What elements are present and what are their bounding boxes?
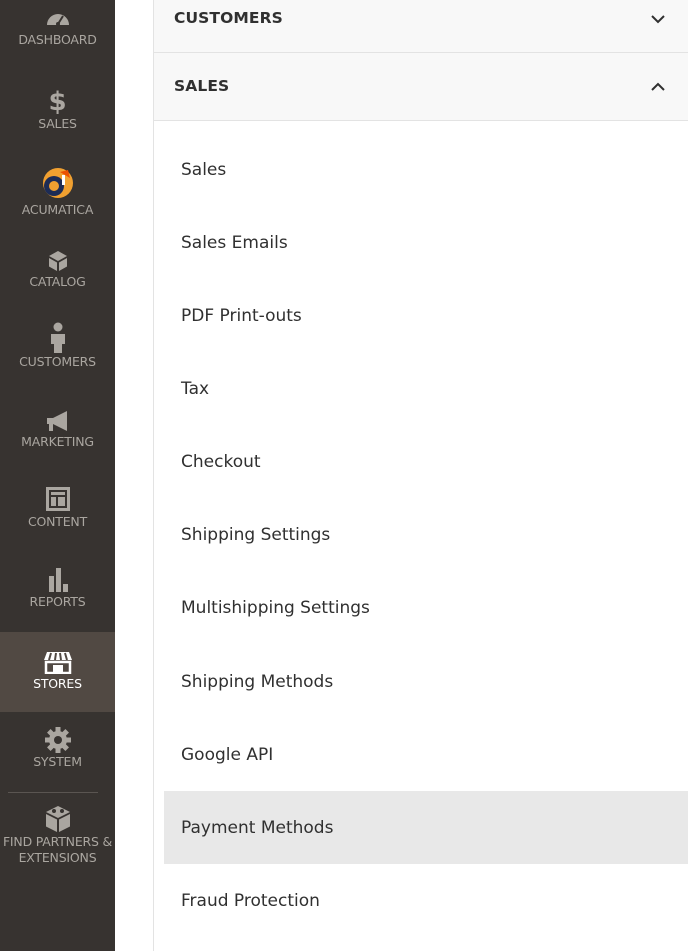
menu-item-multishipping-settings[interactable]: Multishipping Settings (164, 571, 688, 644)
menu-item-tax[interactable]: Tax (164, 352, 688, 425)
panel-border (153, 0, 154, 951)
megaphone-icon (46, 411, 67, 431)
dashboard-icon (46, 14, 69, 26)
menu-item-checkout[interactable]: Checkout (164, 425, 688, 498)
menu-item-label: Multishipping Settings (181, 597, 370, 618)
section-sales-title: SALES (174, 77, 230, 95)
nav-dashboard-label: DASHBOARD (18, 32, 97, 47)
nav-find-partners-label: FIND PARTNERS & EXTENSIONS (2, 834, 113, 865)
menu-item-pdf-print-outs[interactable]: PDF Print-outs (164, 279, 688, 352)
blocks-icon (45, 806, 70, 832)
nav-reports-label: REPORTS (29, 594, 86, 609)
nav-catalog[interactable]: CATALOG (0, 250, 115, 290)
menu-item-google-api[interactable]: Google API (164, 718, 688, 791)
menu-item-label: PDF Print-outs (181, 305, 302, 326)
menu-item-label: Sales (181, 159, 227, 180)
section-customers-title: CUSTOMERS (174, 9, 283, 27)
nav-find-partners[interactable]: FIND PARTNERS & EXTENSIONS (0, 804, 115, 866)
menu-item-shipping-methods[interactable]: Shipping Methods (164, 645, 688, 718)
chevron-down-icon[interactable] (650, 13, 666, 25)
nav-acumatica-label: ACUMATICA (21, 202, 94, 217)
storefront-icon (43, 652, 72, 674)
menu-item-sales-emails[interactable]: Sales Emails (164, 206, 688, 279)
menu-item-label: Payment Methods (181, 817, 334, 838)
menu-item-label: Shipping Settings (181, 524, 331, 545)
menu-item-label: Google API (181, 744, 274, 765)
menu-item-label: Fraud Protection (181, 890, 320, 911)
gear-icon (44, 727, 71, 753)
nav-content-label: CONTENT (27, 514, 88, 529)
menu-item-shipping-settings[interactable]: Shipping Settings (164, 498, 688, 571)
menu-item-sales[interactable]: Sales (164, 133, 688, 206)
nav-marketing[interactable]: MARKETING (0, 410, 115, 450)
nav-marketing-label: MARKETING (21, 434, 94, 449)
nav-content[interactable]: CONTENT (0, 486, 115, 530)
nav-stores[interactable]: STORES (0, 632, 115, 712)
nav-catalog-label: CATALOG (29, 274, 86, 289)
person-icon (50, 322, 65, 353)
acumatica-logo-icon (42, 168, 73, 198)
nav-system-label: SYSTEM (33, 754, 82, 769)
nav-divider (8, 792, 98, 793)
section-customers[interactable]: CUSTOMERS (154, 0, 688, 53)
menu-item-fraud-protection[interactable]: Fraud Protection (164, 864, 688, 937)
nav-reports[interactable]: REPORTS (0, 566, 115, 610)
nav-dashboard[interactable]: DASHBOARD (0, 8, 115, 48)
nav-customers[interactable]: CUSTOMERS (0, 322, 115, 370)
menu-item-label: Checkout (181, 451, 261, 472)
nav-system[interactable]: SYSTEM (0, 726, 115, 770)
dollar-icon: $ (48, 87, 67, 117)
nav-stores-label: STORES (33, 676, 82, 691)
content-gutter (115, 0, 153, 951)
nav-acumatica[interactable]: ACUMATICA (0, 166, 115, 218)
menu-item-label: Shipping Methods (181, 671, 334, 692)
nav-sales-label: SALES (38, 116, 77, 131)
layout-icon (45, 487, 70, 511)
menu-item-label: Sales Emails (181, 232, 288, 253)
section-sales[interactable]: SALES (154, 53, 688, 121)
bar-chart-icon (48, 568, 68, 592)
nav-customers-label: CUSTOMERS (19, 354, 96, 369)
nav-sales[interactable]: $ SALES (0, 88, 115, 132)
admin-sidebar: DASHBOARD $ SALES ACUMATICA CATALOG CUST… (0, 0, 115, 951)
cube-icon (48, 251, 67, 271)
chevron-up-icon[interactable] (650, 81, 666, 93)
menu-item-payment-methods[interactable]: Payment Methods (164, 791, 688, 864)
menu-item-label: Tax (181, 378, 210, 399)
